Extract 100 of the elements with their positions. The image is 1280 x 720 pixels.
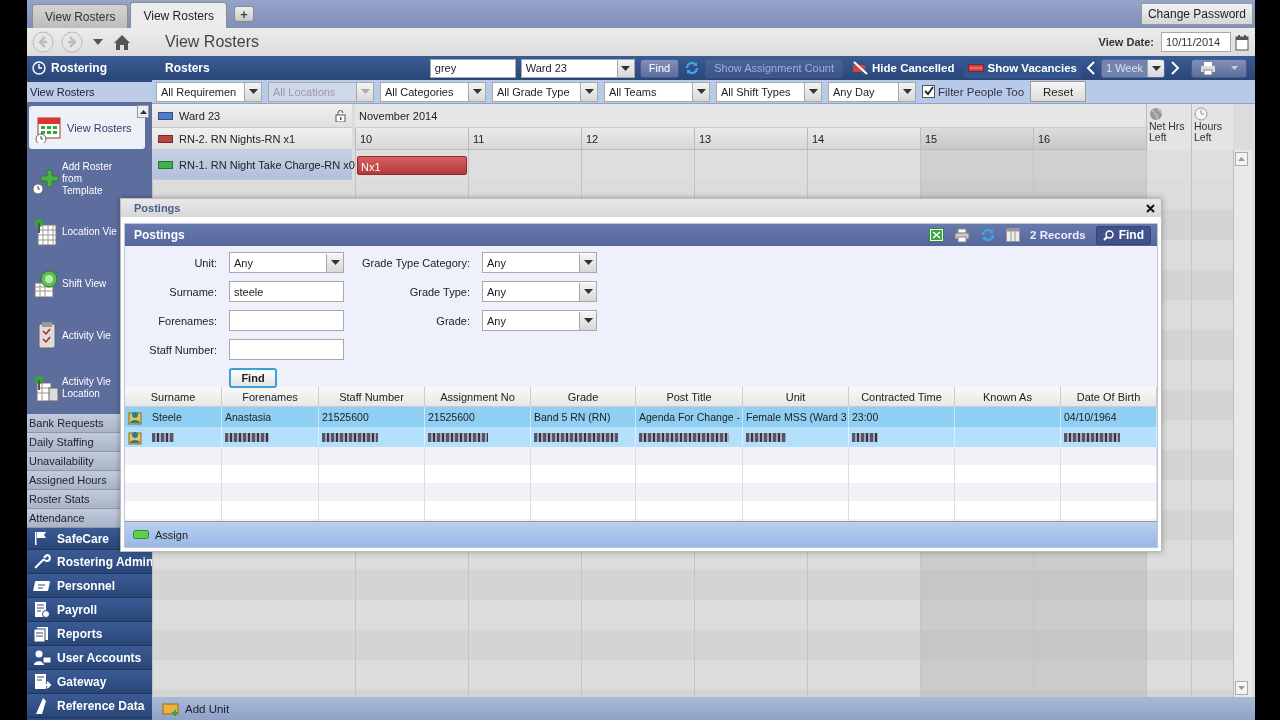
print-button[interactable] [1191, 58, 1247, 78]
vacancy-bar-icon [967, 63, 984, 73]
field-label: Forenames: [157, 314, 217, 327]
table-row[interactable] [125, 427, 1157, 447]
view-date-field[interactable]: 10/11/2014 [1161, 32, 1231, 52]
caret-icon[interactable] [1238, 686, 1245, 690]
globe-icon [1149, 107, 1163, 121]
sidebar-section[interactable]: Payroll [27, 598, 152, 622]
search-field[interactable]: steele [229, 281, 344, 302]
scrollbar[interactable] [1233, 150, 1252, 697]
column-header[interactable]: Grade [531, 387, 636, 407]
tab[interactable]: View Rosters [130, 2, 227, 28]
columns-icon[interactable] [1006, 228, 1021, 242]
field-label: Staff Number: [148, 343, 217, 356]
caret-icon [1231, 66, 1238, 70]
column-header[interactable]: Post Title [636, 387, 743, 407]
day-header: 15 [920, 128, 1033, 150]
wrench-icon [33, 552, 51, 571]
column-header[interactable]: Staff Number [319, 387, 425, 407]
sidebar-section[interactable]: Reports [27, 622, 152, 646]
field-label: Grade Type Category: [360, 256, 470, 269]
filter-dropdown[interactable]: All Grade Type [492, 81, 598, 102]
unit-row-label[interactable]: Ward 23 [152, 104, 352, 128]
redacted-text [322, 432, 378, 442]
filter-dropdown[interactable]: All Categories [380, 81, 486, 102]
field-label: Unit: [193, 256, 217, 269]
caret-icon[interactable] [1238, 157, 1245, 161]
column-header[interactable]: Contracted Time [849, 387, 955, 407]
scroll-up-button[interactable] [137, 105, 149, 118]
ward-dropdown[interactable]: Ward 23 [520, 58, 635, 78]
calendar-icon[interactable] [1235, 33, 1249, 51]
chevron-left-icon[interactable] [1086, 61, 1096, 75]
filter-dropdown[interactable]: All Requiremen [156, 81, 262, 102]
sidebar-section[interactable]: Rostering Admin [27, 550, 152, 574]
refresh-icon[interactable] [684, 60, 701, 76]
day-header: 16 [1033, 128, 1146, 150]
change-password-button[interactable]: Change Password [1140, 3, 1253, 25]
caret-icon [621, 65, 631, 71]
clock-icon [1194, 107, 1208, 121]
search-dropdown[interactable]: Any [229, 252, 344, 273]
sidebar-item[interactable]: Activity Vie Location [29, 361, 120, 414]
current-page-label: View Rosters [27, 82, 152, 102]
sidebar-item[interactable]: Location Vie [29, 205, 120, 258]
dialog-title: Postings [134, 202, 181, 214]
panel-title: Rosters [165, 61, 210, 75]
close-icon[interactable] [1146, 203, 1155, 213]
filter-dropdown[interactable]: All Shift Types [716, 81, 822, 102]
caret-icon [139, 109, 147, 114]
grade-dropdown[interactable]: Any [482, 252, 597, 273]
reset-button[interactable]: Reset [1030, 81, 1087, 102]
sidebar-item[interactable]: View Rosters [29, 106, 145, 150]
caret-icon [472, 89, 482, 94]
find-button[interactable]: Find [1095, 225, 1151, 245]
caret-icon[interactable] [93, 39, 103, 45]
filter-people-checkbox[interactable]: Filter People Too [922, 85, 1025, 98]
search-field[interactable] [229, 310, 344, 331]
column-header[interactable]: Forenames [222, 387, 319, 407]
redacted-text [152, 432, 174, 442]
filter-dropdown[interactable]: All Teams [604, 81, 710, 102]
sidebar-item[interactable]: Add Roster from Template [29, 153, 120, 206]
cancelled-shift-icon [852, 61, 869, 75]
column-header[interactable]: Unit [743, 387, 849, 407]
grade-dropdown[interactable]: Any [482, 310, 597, 331]
find-button[interactable]: Find [229, 368, 277, 388]
column-header[interactable]: Date Of Birth [1061, 387, 1157, 407]
add-unit-button[interactable]: Add Unit [162, 700, 230, 717]
chevron-right-icon[interactable] [1170, 61, 1180, 75]
page-title: View Rosters [165, 33, 259, 51]
column-header[interactable]: Assignment No [425, 387, 531, 407]
search-field[interactable]: grey [429, 58, 516, 78]
table-row[interactable]: Steele Anastasia 21525600 21525600 Band 5 RN (RN) Agenda For Change - Female MSS (Ward 3 23:00 04/10/1964 [125, 407, 1157, 427]
sidebar-section[interactable]: Gateway [27, 670, 152, 694]
sidebar-section[interactable]: User Accounts [27, 646, 152, 670]
person-badge-icon [128, 409, 142, 425]
filter-dropdown[interactable]: Any Day [828, 81, 916, 102]
printer-icon[interactable] [954, 227, 971, 243]
find-button[interactable]: Find [639, 58, 680, 78]
sidebar-section[interactable]: Personnel [27, 574, 152, 598]
redacted-text [225, 432, 269, 442]
requirement-row-label[interactable]: RN-2. RN Nights-RN x1 [152, 128, 352, 150]
redacted-text [428, 432, 488, 442]
sidebar-section[interactable]: Reference Data [27, 694, 152, 718]
lock-icon [335, 109, 346, 122]
view-date-label: View Date: [1098, 36, 1154, 48]
sidebar-item[interactable]: Shift View [29, 257, 120, 310]
column-header[interactable]: Known As [955, 387, 1061, 407]
new-tab-button[interactable]: + [233, 6, 254, 22]
grade-dropdown[interactable]: Any [482, 281, 597, 302]
tab[interactable]: View Rosters [32, 4, 129, 28]
show-vacancies-button[interactable]: Show Vacancies [963, 58, 1081, 78]
shift-bar[interactable]: Nx1 [357, 156, 467, 175]
column-header[interactable]: Surname [125, 387, 222, 407]
hide-cancelled-button[interactable]: Hide Cancelled [848, 58, 959, 78]
search-field[interactable] [229, 339, 344, 360]
redacted-text [852, 432, 878, 442]
sidebar-item[interactable]: Activity Vie [29, 309, 120, 362]
folder-plus-icon [162, 700, 180, 717]
home-icon[interactable] [113, 33, 131, 51]
spreadsheet-icon[interactable] [929, 228, 945, 242]
section-header[interactable]: Rostering [27, 56, 152, 80]
